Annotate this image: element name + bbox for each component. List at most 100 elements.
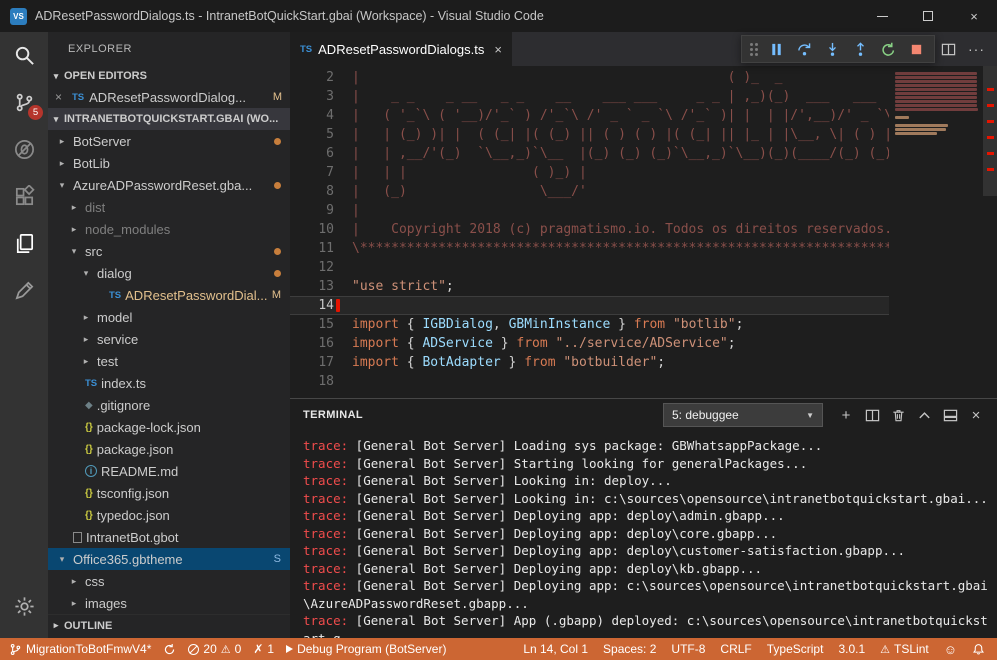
code-editor[interactable]: 2| ( )_ _ |3| _ _ _ __ _ _ __ ___ ___ _ … bbox=[290, 66, 997, 398]
toggle-panel-button[interactable] bbox=[937, 402, 963, 428]
terminal-output[interactable]: trace: [General Bot Server] Loading sys … bbox=[290, 431, 997, 638]
activity-extensions[interactable] bbox=[0, 173, 48, 220]
drag-handle[interactable] bbox=[750, 43, 758, 56]
tab-adresetpassworddialogs[interactable]: TS ADResetPasswordDialogs.ts × bbox=[290, 32, 512, 66]
code-line-8[interactable]: 8| (_) \___/' | bbox=[290, 182, 889, 201]
tree-item-index-ts[interactable]: TSindex.ts bbox=[48, 372, 290, 394]
workspace-section-header[interactable]: ▾ INTRANETBOTQUICKSTART.GBAI (WO... bbox=[48, 108, 290, 130]
minimap[interactable] bbox=[889, 66, 983, 398]
ts-version-status[interactable]: 3.0.1 bbox=[838, 642, 865, 656]
eol-status[interactable]: CRLF bbox=[720, 642, 751, 656]
chevron-right-icon[interactable]: ▸ bbox=[79, 312, 93, 323]
code-line-9[interactable]: 9| | bbox=[290, 201, 889, 220]
tree-item-readme-md[interactable]: iREADME.md bbox=[48, 460, 290, 482]
feedback-smiley-icon[interactable]: ☺ bbox=[944, 642, 957, 657]
indentation-status[interactable]: Spaces: 2 bbox=[603, 642, 656, 656]
chevron-right-icon[interactable]: ▸ bbox=[55, 136, 69, 147]
activity-explorer[interactable] bbox=[0, 220, 48, 267]
tree-item-botserver[interactable]: ▸BotServer bbox=[48, 130, 290, 152]
split-editor-icon[interactable] bbox=[941, 42, 956, 57]
tree-item-office365-gbtheme[interactable]: ▾Office365.gbthemeS bbox=[48, 548, 290, 570]
activity-edit[interactable] bbox=[0, 267, 48, 314]
tree-item-azureadpasswordreset-gba[interactable]: ▾AzureADPasswordReset.gba... bbox=[48, 174, 290, 196]
extra-counter-status[interactable]: ✗ 1 bbox=[253, 642, 274, 656]
step-into-button[interactable] bbox=[819, 37, 846, 61]
tree-item-service[interactable]: ▸service bbox=[48, 328, 290, 350]
debug-target-status[interactable]: Debug Program (BotServer) bbox=[286, 642, 446, 656]
activity-search[interactable] bbox=[0, 32, 48, 79]
tree-item-tsconfig-json[interactable]: {}tsconfig.json bbox=[48, 482, 290, 504]
close-icon[interactable]: × bbox=[494, 42, 502, 57]
language-status[interactable]: TypeScript bbox=[767, 642, 824, 656]
activity-debug[interactable] bbox=[0, 126, 48, 173]
stop-button[interactable] bbox=[903, 37, 930, 61]
activity-source-control[interactable]: 5 bbox=[0, 79, 48, 126]
tree-item-node-modules[interactable]: ▸node_modules bbox=[48, 218, 290, 240]
code-line-15[interactable]: 15import { IGBDialog, GBMinInstance } fr… bbox=[290, 315, 889, 334]
restart-button[interactable] bbox=[875, 37, 902, 61]
tree-item-src[interactable]: ▾src bbox=[48, 240, 290, 262]
tree-item-intranetbot-gbot[interactable]: IntranetBot.gbot bbox=[48, 526, 290, 548]
code-line-5[interactable]: 5| | (_) )| | ( (_| |( (_) || ( ) ( ) |(… bbox=[290, 125, 889, 144]
code-line-3[interactable]: 3| _ _ _ __ _ _ __ ___ ___ _ _ | ,_)(_) … bbox=[290, 87, 889, 106]
tree-item-images[interactable]: ▸images bbox=[48, 592, 290, 614]
scrollbar[interactable] bbox=[983, 66, 997, 398]
chevron-down-icon[interactable]: ▾ bbox=[67, 246, 81, 257]
close-panel-button[interactable]: × bbox=[963, 402, 989, 428]
code-line-14[interactable]: 14 bbox=[290, 296, 889, 315]
chevron-right-icon[interactable]: ▸ bbox=[79, 356, 93, 367]
terminal-tab[interactable]: TERMINAL bbox=[303, 409, 363, 421]
new-terminal-button[interactable]: + bbox=[833, 402, 859, 428]
open-editors-header[interactable]: ▾ OPEN EDITORS bbox=[48, 66, 290, 86]
sync-status[interactable] bbox=[163, 643, 176, 656]
maximize-panel-button[interactable] bbox=[911, 402, 937, 428]
chevron-right-icon[interactable]: ▸ bbox=[67, 202, 81, 213]
code-line-2[interactable]: 2| ( )_ _ | bbox=[290, 68, 889, 87]
code-line-13[interactable]: 13"use strict"; bbox=[290, 277, 889, 296]
notifications-bell[interactable] bbox=[972, 643, 985, 656]
more-actions-icon[interactable]: ··· bbox=[968, 41, 985, 57]
chevron-right-icon[interactable]: ▸ bbox=[79, 334, 93, 345]
terminal-instance-select[interactable]: 5: debuggee ▼ bbox=[663, 403, 823, 427]
tree-item-css[interactable]: ▸css bbox=[48, 570, 290, 592]
open-editor-item[interactable]: × TS ADResetPasswordDialog... M bbox=[48, 86, 290, 108]
step-out-button[interactable] bbox=[847, 37, 874, 61]
chevron-right-icon[interactable]: ▸ bbox=[55, 158, 69, 169]
code-line-12[interactable]: 12 bbox=[290, 258, 889, 277]
tree-item-dist[interactable]: ▸dist bbox=[48, 196, 290, 218]
kill-terminal-button[interactable] bbox=[885, 402, 911, 428]
code-line-7[interactable]: 7| | | ( )_) | | bbox=[290, 163, 889, 182]
chevron-down-icon[interactable]: ▾ bbox=[79, 268, 93, 279]
code-line-10[interactable]: 10| Copyright 2018 (c) pragmatismo.io. T… bbox=[290, 220, 889, 239]
minimize-button[interactable] bbox=[859, 0, 905, 32]
step-over-button[interactable] bbox=[791, 37, 818, 61]
tree-item-dialog[interactable]: ▾dialog bbox=[48, 262, 290, 284]
pause-button[interactable] bbox=[763, 37, 790, 61]
tree-item-gitignore[interactable]: ◆.gitignore bbox=[48, 394, 290, 416]
chevron-right-icon[interactable]: ▸ bbox=[67, 598, 81, 609]
encoding-status[interactable]: UTF-8 bbox=[671, 642, 705, 656]
problems-status[interactable]: 20 ⚠ 0 bbox=[188, 642, 241, 656]
chevron-right-icon[interactable]: ▸ bbox=[67, 224, 81, 235]
tree-item-model[interactable]: ▸model bbox=[48, 306, 290, 328]
code-line-6[interactable]: 6| | ,__/'(_) `\__,_)`\__ |(_) (_) (_)`\… bbox=[290, 144, 889, 163]
cursor-position[interactable]: Ln 14, Col 1 bbox=[523, 642, 588, 656]
close-icon[interactable]: × bbox=[55, 90, 67, 104]
tree-item-botlib[interactable]: ▸BotLib bbox=[48, 152, 290, 174]
chevron-right-icon[interactable]: ▸ bbox=[67, 576, 81, 587]
chevron-down-icon[interactable]: ▾ bbox=[55, 554, 69, 565]
git-branch-status[interactable]: MigrationToBotFmwV4* bbox=[9, 642, 151, 656]
outline-section-header[interactable]: ▸ OUTLINE bbox=[48, 614, 290, 636]
code-line-18[interactable]: 18 bbox=[290, 372, 889, 391]
tree-item-package-json[interactable]: {}package.json bbox=[48, 438, 290, 460]
code-line-11[interactable]: 11\*************************************… bbox=[290, 239, 889, 258]
tree-item-adresetpassworddial[interactable]: TSADResetPasswordDial...M bbox=[48, 284, 290, 306]
tree-item-typedoc-json[interactable]: {}typedoc.json bbox=[48, 504, 290, 526]
split-terminal-button[interactable] bbox=[859, 402, 885, 428]
tslint-status[interactable]: ⚠ TSLint bbox=[880, 642, 929, 656]
close-button[interactable]: × bbox=[951, 0, 997, 32]
maximize-button[interactable] bbox=[905, 0, 951, 32]
tree-item-package-lock-json[interactable]: {}package-lock.json bbox=[48, 416, 290, 438]
code-line-4[interactable]: 4| ( '_`\ ( '__)/'_` ) /'_`\ /' _ ` _ `\… bbox=[290, 106, 889, 125]
chevron-down-icon[interactable]: ▾ bbox=[55, 180, 69, 191]
